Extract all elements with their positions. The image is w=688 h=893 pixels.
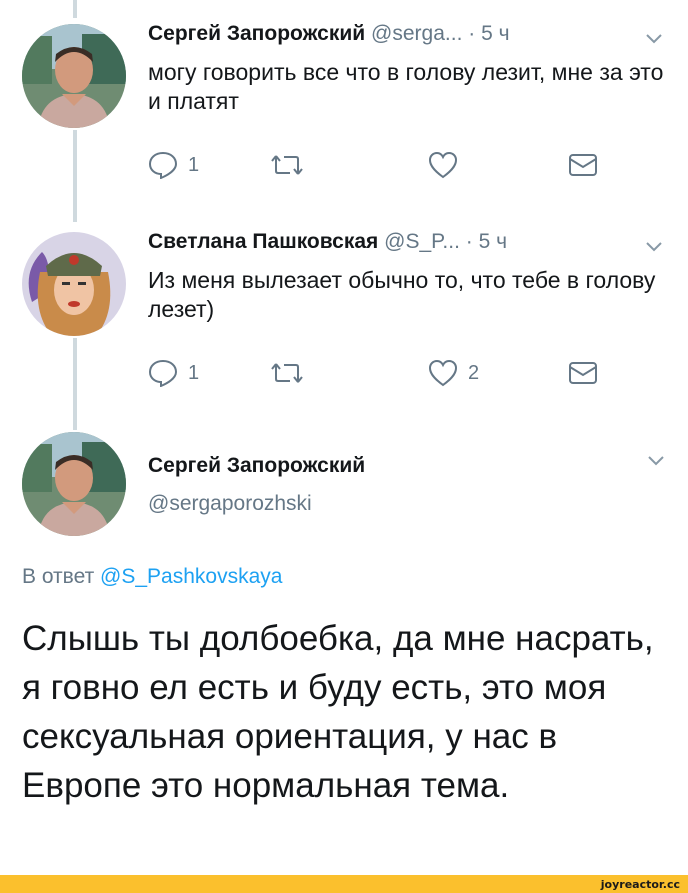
retweet-button[interactable] — [270, 358, 304, 388]
retweet-icon — [271, 155, 303, 175]
man-photo-avatar-icon — [22, 432, 126, 536]
retweet-button[interactable] — [270, 150, 304, 180]
reply-count: 1 — [188, 361, 200, 384]
tweet-actions: 1 — [148, 150, 608, 180]
like-button[interactable]: 2 — [428, 358, 479, 388]
heart-icon — [428, 359, 458, 387]
man-photo-avatar-icon — [22, 24, 126, 128]
chevron-down-icon[interactable] — [646, 242, 662, 252]
thread-line — [73, 0, 77, 18]
reply-icon — [148, 359, 178, 387]
tweet-actions: 1 2 — [148, 358, 608, 388]
watermark: joyreactor.cc — [600, 878, 680, 891]
avatar[interactable] — [22, 24, 126, 128]
display-name[interactable]: Сергей Запорожский @serga... · 5 ч — [148, 22, 510, 46]
thread-line — [73, 130, 77, 222]
avatar[interactable] — [22, 432, 126, 536]
user-handle[interactable]: @sergaporozhski — [148, 492, 312, 516]
tweet-text: Из меня вылезает обычно то, что тебе в г… — [148, 267, 656, 322]
direct-message-button[interactable] — [568, 150, 598, 180]
user-handle[interactable]: @serga... — [371, 22, 462, 45]
user-handle[interactable]: @S_P... — [384, 230, 460, 253]
reply-to-link[interactable]: @S_Pashkovskaya — [100, 565, 282, 588]
reply-prefix: В ответ — [22, 565, 95, 588]
timestamp[interactable]: · 5 ч — [468, 22, 509, 45]
reply-button[interactable]: 1 — [148, 358, 199, 388]
timestamp[interactable]: · 5 ч — [466, 230, 507, 253]
envelope-icon — [569, 154, 597, 176]
reply-button[interactable]: 1 — [148, 150, 199, 180]
chevron-down-icon[interactable] — [648, 456, 664, 466]
woman-photo-avatar-icon — [22, 232, 126, 336]
display-name-text: Сергей Запорожский — [148, 22, 366, 45]
avatar[interactable] — [22, 232, 126, 336]
reply-count: 1 — [188, 153, 200, 176]
like-count: 2 — [468, 361, 480, 384]
tweet-text: могу говорить все что в голову лезит, мн… — [148, 59, 664, 114]
direct-message-button[interactable] — [568, 358, 598, 388]
display-name-text: Светлана Пашковская — [148, 230, 379, 253]
display-name[interactable]: Светлана Пашковская @S_P... · 5 ч — [148, 230, 507, 254]
display-name[interactable]: Сергей Запорожский — [148, 454, 365, 478]
reply-icon — [148, 151, 178, 179]
heart-icon — [428, 151, 458, 179]
chevron-down-icon[interactable] — [646, 34, 662, 44]
reply-context: В ответ @S_Pashkovskaya — [22, 565, 282, 589]
envelope-icon — [569, 362, 597, 384]
retweet-icon — [271, 363, 303, 383]
like-button[interactable] — [428, 150, 458, 180]
thread-line — [73, 338, 77, 430]
footer-bar — [0, 875, 688, 893]
focus-tweet-text: Слышь ты долбоебка, да мне насрать, я го… — [22, 619, 654, 805]
